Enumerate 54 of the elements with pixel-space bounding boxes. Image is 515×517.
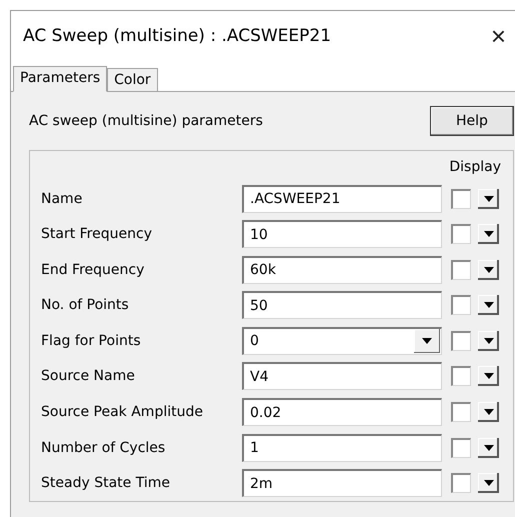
display-checkbox[interactable] bbox=[451, 438, 471, 458]
window-title: AC Sweep (multisine) : .ACSWEEP21 bbox=[23, 26, 332, 46]
input-field[interactable]: V4 bbox=[242, 362, 442, 390]
display-menu-button[interactable] bbox=[478, 366, 499, 386]
field-label: Source Peak Amplitude bbox=[41, 404, 204, 420]
display-checkbox[interactable] bbox=[451, 402, 471, 422]
column-header: Display bbox=[449, 159, 501, 177]
display-checkbox[interactable] bbox=[451, 366, 471, 386]
field-label: Name bbox=[41, 190, 84, 207]
display-menu-button[interactable] bbox=[478, 473, 499, 494]
display-checkbox[interactable] bbox=[451, 473, 471, 494]
caret-icon bbox=[484, 196, 494, 202]
display-checkbox[interactable] bbox=[451, 330, 471, 351]
field-label: Start Frequency bbox=[41, 226, 153, 242]
help-button[interactable]: Help bbox=[430, 106, 514, 136]
caret-icon bbox=[484, 444, 494, 451]
input-field[interactable]: 0.02 bbox=[242, 398, 442, 426]
input-field[interactable]: 2m bbox=[242, 469, 442, 498]
field-label: Flag for Points bbox=[41, 332, 142, 349]
dropdown-field[interactable]: 0 bbox=[242, 326, 442, 355]
display-checkbox[interactable] bbox=[451, 295, 471, 316]
field-label: No. of Points bbox=[41, 297, 130, 314]
close-button[interactable]: × bbox=[486, 20, 510, 52]
caret-icon bbox=[484, 266, 494, 273]
tab[interactable]: Parameters bbox=[13, 66, 108, 92]
input-field[interactable]: 1 bbox=[242, 434, 442, 462]
display-menu-button[interactable] bbox=[478, 402, 499, 422]
caret-icon bbox=[484, 338, 494, 344]
caret-icon bbox=[422, 338, 432, 344]
display-menu-button[interactable] bbox=[478, 330, 499, 351]
field-label: Number of Cycles bbox=[41, 440, 166, 456]
display-menu-button[interactable] bbox=[478, 438, 499, 458]
input-field[interactable]: 50 bbox=[242, 291, 442, 320]
input-field[interactable]: 60k bbox=[242, 256, 442, 284]
dropdown-button[interactable] bbox=[414, 329, 440, 354]
display-menu-button[interactable] bbox=[478, 188, 499, 209]
caret-icon bbox=[484, 231, 494, 238]
caret-icon bbox=[484, 480, 494, 486]
display-menu-button[interactable] bbox=[478, 260, 499, 280]
display-menu-button[interactable] bbox=[478, 295, 499, 316]
display-checkbox[interactable] bbox=[451, 188, 471, 209]
caret-icon bbox=[484, 373, 494, 380]
input-field[interactable]: 10 bbox=[242, 220, 442, 248]
tab[interactable]: Color bbox=[107, 68, 158, 91]
display-menu-button[interactable] bbox=[478, 224, 499, 244]
caret-icon bbox=[484, 409, 494, 415]
display-checkbox[interactable] bbox=[451, 260, 471, 280]
display-checkbox[interactable] bbox=[451, 224, 471, 244]
field-label: Source Name bbox=[41, 368, 136, 384]
field-label: Steady State Time bbox=[41, 475, 171, 492]
section-heading: AC sweep (multisine) parameters bbox=[29, 113, 263, 129]
caret-icon bbox=[484, 302, 494, 308]
input-field[interactable]: .ACSWEEP21 bbox=[242, 184, 442, 213]
field-label: End Frequency bbox=[41, 262, 146, 278]
